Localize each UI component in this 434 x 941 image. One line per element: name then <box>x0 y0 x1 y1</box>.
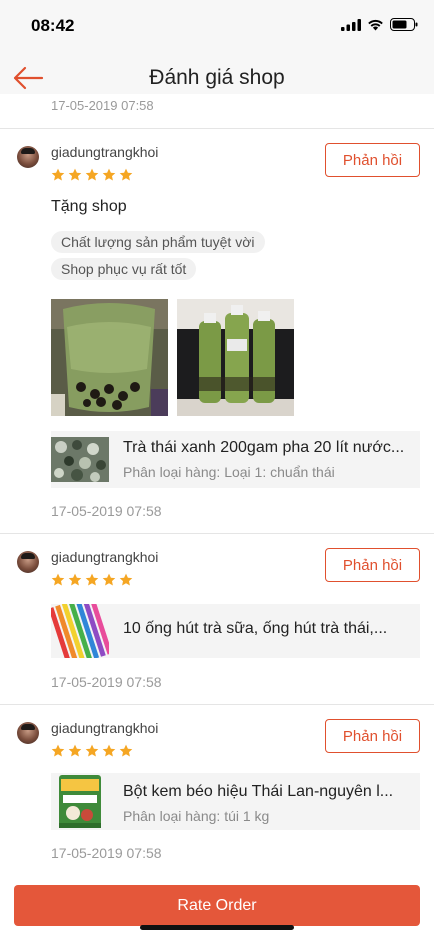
review-date: 17-05-2019 07:58 <box>51 503 162 519</box>
rating-stars <box>51 168 133 182</box>
star-icon <box>51 573 65 586</box>
product-card[interactable]: Trà thái xanh 200gam pha 20 lít nước... … <box>51 431 420 488</box>
review-date: 17-05-2019 07:58 <box>51 674 162 690</box>
product-image <box>51 773 109 830</box>
status-time: 08:42 <box>31 16 75 35</box>
home-indicator <box>140 925 294 930</box>
reply-button[interactable]: Phản hồi <box>325 719 420 753</box>
star-icon <box>119 168 133 181</box>
reply-button[interactable]: Phản hồi <box>325 548 420 582</box>
battery-icon <box>390 18 418 31</box>
product-variant: Phân loại hàng: túi 1 kg <box>123 808 270 824</box>
review-date: 17-05-2019 07:58 <box>51 845 162 861</box>
review-photo[interactable] <box>177 299 294 416</box>
star-icon <box>85 573 99 586</box>
rate-order-button[interactable]: Rate Order <box>14 885 420 926</box>
signal-icon <box>341 18 361 31</box>
star-icon <box>102 168 116 181</box>
review-date: 17-05-2019 07:58 <box>51 98 154 113</box>
star-icon <box>119 573 133 586</box>
product-variant: Phân loại hàng: Loại 1: chuẩn thái <box>123 464 335 480</box>
review-photo[interactable] <box>51 299 168 416</box>
star-icon <box>68 168 82 181</box>
star-icon <box>68 744 82 757</box>
divider <box>0 128 434 129</box>
product-card[interactable]: 10 ống hút trà sữa, ống hút trà thái,... <box>51 604 420 658</box>
review-username: giadungtrangkhoi <box>51 549 159 565</box>
star-icon <box>85 744 99 757</box>
product-name: Bột kem béo hiệu Thái Lan-nguyên l... <box>123 783 394 800</box>
star-icon <box>102 744 116 757</box>
wifi-icon <box>368 19 383 30</box>
rating-stars <box>51 744 133 758</box>
product-card[interactable]: Bột kem béo hiệu Thái Lan-nguyên l... Ph… <box>51 773 420 830</box>
star-icon <box>119 744 133 757</box>
star-icon <box>85 168 99 181</box>
star-icon <box>68 573 82 586</box>
star-icon <box>51 168 65 181</box>
product-image <box>51 437 109 494</box>
status-icons <box>341 18 418 31</box>
star-icon <box>102 573 116 586</box>
avatar[interactable] <box>17 551 39 573</box>
avatar[interactable] <box>17 722 39 744</box>
review-text: Tặng shop <box>51 198 127 215</box>
star-icon <box>51 744 65 757</box>
rating-stars <box>51 573 133 587</box>
bottom-bar: Rate Order <box>0 870 434 941</box>
review-username: giadungtrangkhoi <box>51 144 159 160</box>
product-image <box>51 604 109 658</box>
review-tag: Chất lượng sản phẩm tuyệt vời <box>51 231 265 253</box>
product-name: 10 ống hút trà sữa, ống hút trà thái,... <box>123 620 388 637</box>
reviews-list[interactable]: 17-05-2019 07:58 giadungtrangkhoi Phản h… <box>0 94 434 884</box>
divider <box>0 704 434 705</box>
product-name: Trà thái xanh 200gam pha 20 lít nước... <box>123 439 405 456</box>
page-title: Đánh giá shop <box>149 66 285 89</box>
status-bar: 08:42 <box>0 0 434 52</box>
review-username: giadungtrangkhoi <box>51 720 159 736</box>
divider <box>0 533 434 534</box>
avatar[interactable] <box>17 146 39 168</box>
review-tag: Shop phục vụ rất tốt <box>51 258 197 280</box>
reply-button[interactable]: Phản hồi <box>325 143 420 177</box>
